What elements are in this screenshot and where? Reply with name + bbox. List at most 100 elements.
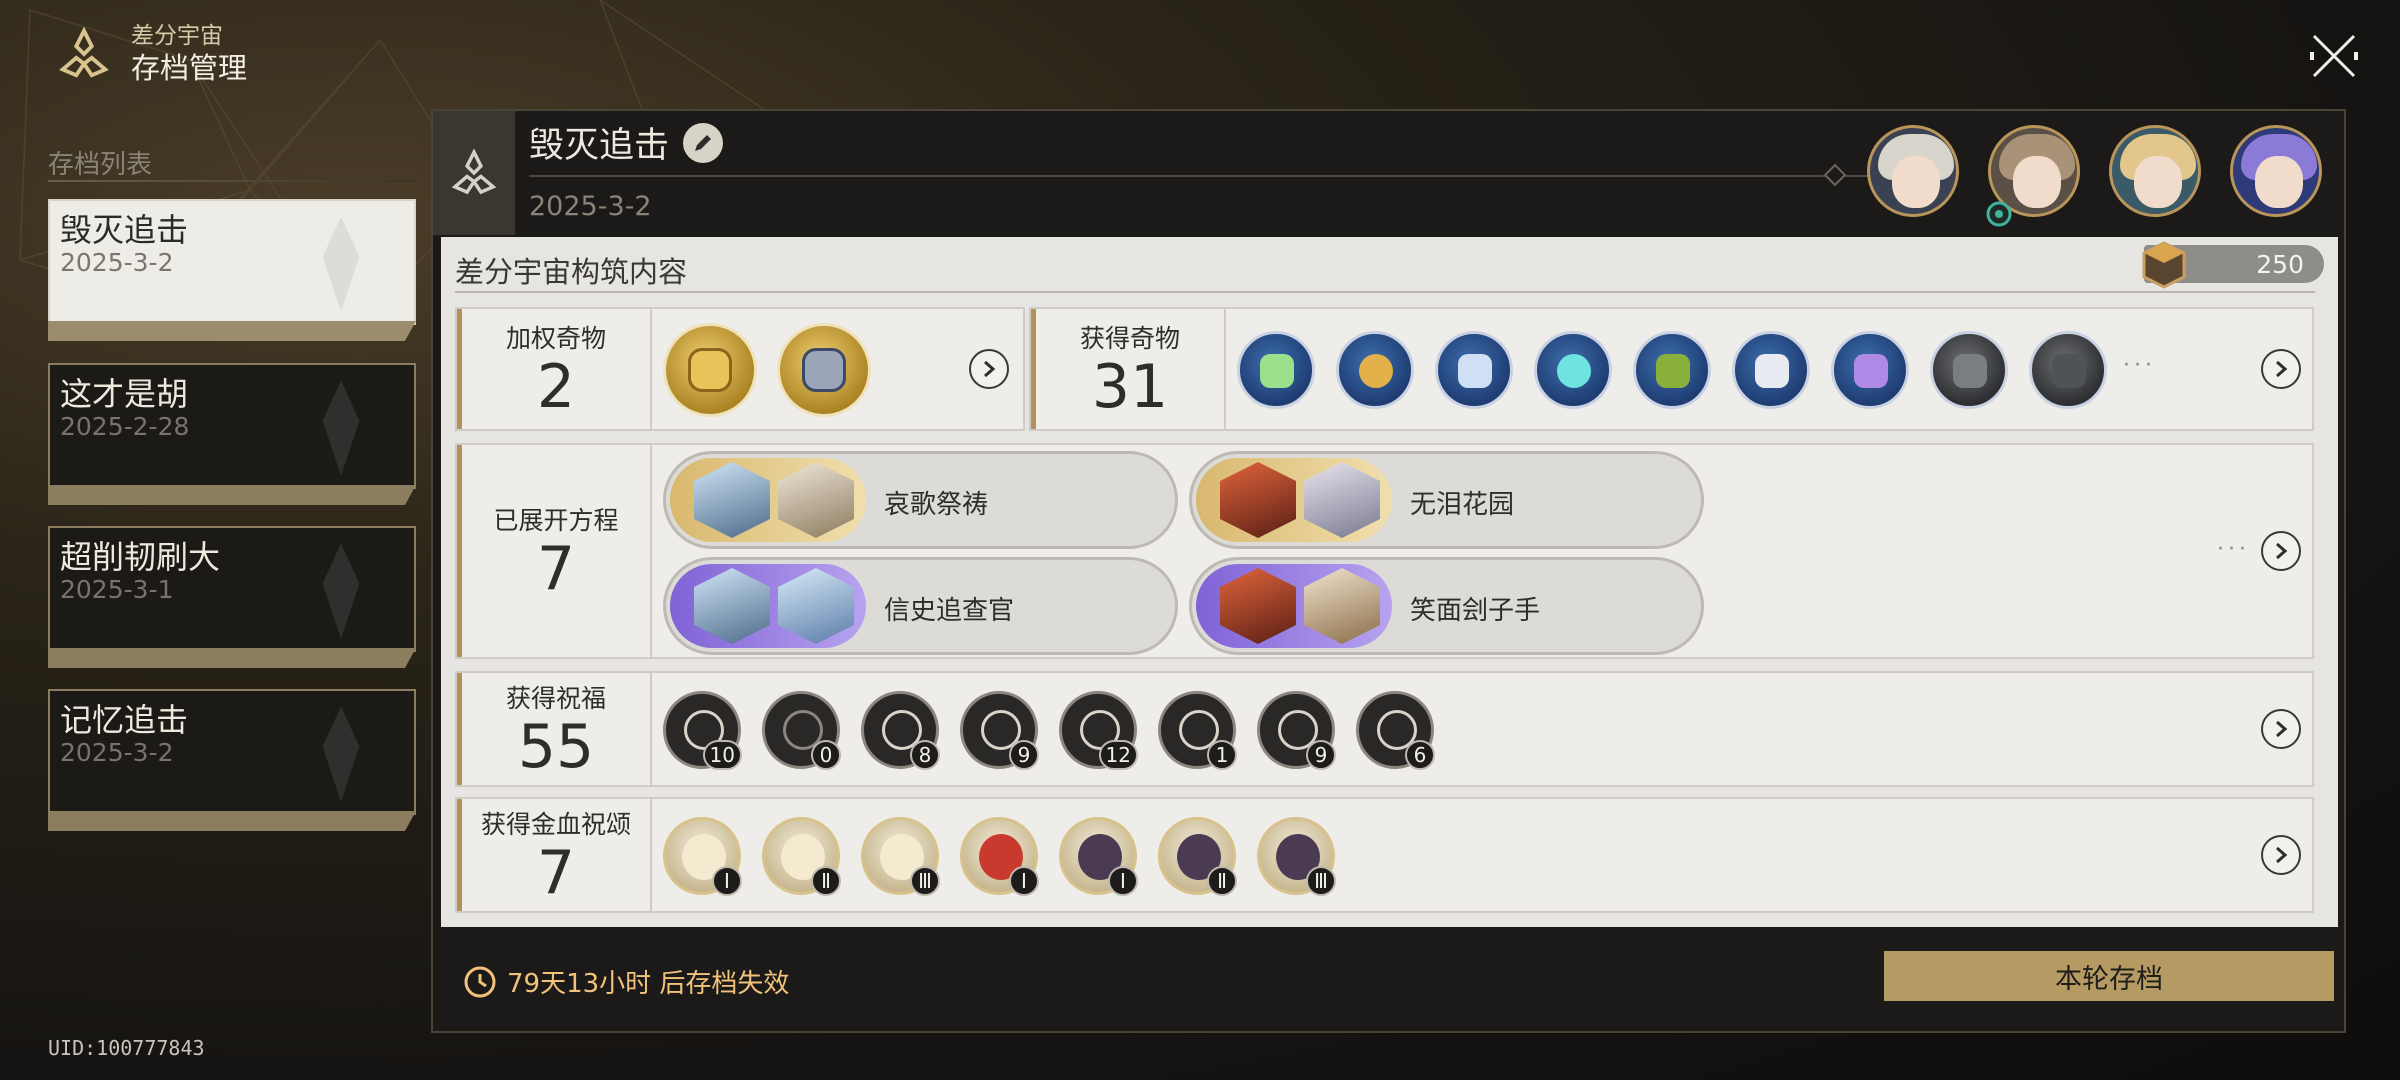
save-slot-3[interactable]: 超削韧刷大 2025-3-1 [48,526,416,668]
close-icon[interactable] [2308,30,2360,82]
curio-item[interactable] [1732,331,1810,409]
character-avatar[interactable] [2109,125,2201,217]
blessing-row: 获得祝福 55 10 0 8 9 12 1 9 6 [455,671,2314,787]
golden-blood-item[interactable]: Ⅲ [1257,817,1336,896]
curio-item[interactable] [1336,331,1414,409]
curio-item[interactable] [1534,331,1612,409]
curio-item[interactable] [1435,331,1513,409]
blessing-elation-icon[interactable]: 8 [861,691,940,770]
more-indicator: ··· [2123,353,2156,378]
curio-item[interactable] [1930,331,2008,409]
blessing-propagation-icon[interactable]: 6 [1356,691,1435,770]
blessing-abundance-icon[interactable]: 1 [1158,691,1237,770]
curio-item[interactable] [1831,331,1909,409]
golden-blood-item[interactable]: Ⅰ [663,817,742,896]
blessing-preservation-icon[interactable]: 9 [960,691,1039,770]
equation-name: 哀歌祭祷 [884,490,989,520]
tier-badge: Ⅱ [811,866,841,896]
equation-stat: 已展开方程 7 [462,445,652,657]
blessing-stat: 获得祝福 55 [462,673,652,785]
equation-name: 无泪花园 [1410,490,1515,520]
page-title: 存档管理 [131,51,248,85]
status-dot-icon [1986,201,2012,227]
weighted-curio-item[interactable] [777,323,871,417]
section-title: 差分宇宙构筑内容 [455,255,688,289]
weighted-curio-item[interactable] [663,323,757,417]
expand-button[interactable] [2261,835,2301,875]
blessing-remembrance-icon[interactable]: 12 [1059,691,1138,770]
save-this-run-button[interactable]: 本轮存档 [1884,951,2334,1001]
save-slot-2[interactable]: 这才是胡 2025-2-28 [48,363,416,505]
equation-art [1196,564,1392,648]
golden-blood-item[interactable]: Ⅱ [762,817,841,896]
divider [529,175,1919,177]
golden-blood-item[interactable]: Ⅰ [960,817,1039,896]
blessing-count: 1 [1207,740,1237,770]
equation-path-art [1304,568,1380,644]
expand-button[interactable] [2261,531,2301,571]
save-detail-panel: 毁灭追击 2025-3-2 差分宇宙构筑内容 250 加权奇物 2 获得奇物 3… [431,109,2346,1033]
expand-button[interactable] [2261,709,2301,749]
pencil-icon [695,134,712,151]
blessing-nihility-icon[interactable]: 0 [762,691,841,770]
divider [48,180,416,182]
equation-name: 信史追查官 [884,596,1015,626]
expand-button[interactable] [969,349,1009,389]
blessing-count: 12 [1098,740,1138,770]
uid-label: UID:100777843 [48,1036,205,1060]
expand-button[interactable] [2261,349,2301,389]
equation-item[interactable]: 哀歌祭祷 [663,451,1178,549]
golden-blood-item[interactable]: Ⅲ [861,817,940,896]
character-avatar[interactable] [2230,125,2322,217]
avatar-face [2013,156,2061,208]
clock-icon [464,966,496,997]
avatar-face [2134,156,2182,208]
curio-item[interactable] [1237,331,1315,409]
blessing-count: 8 [910,740,940,770]
equation-path-art [1220,462,1296,538]
curio-art [1755,354,1789,388]
character-avatar[interactable] [1867,125,1959,217]
golden-blood-item[interactable]: Ⅰ [1059,817,1138,896]
save-title-text: 毁灭追击 [529,126,670,166]
card-foot [48,321,416,341]
tier-badge: Ⅱ [1207,866,1237,896]
curio-art [1260,354,1294,388]
curio-art [2052,354,2086,388]
curio-item[interactable] [2029,331,2107,409]
equation-item[interactable]: 信史追查官 [663,557,1178,655]
universe-logo-icon [59,26,109,78]
equation-item[interactable]: 无泪花园 [1189,451,1704,549]
universe-logo-icon [451,148,497,195]
golden-blood-item[interactable]: Ⅱ [1158,817,1237,896]
save-slot-1[interactable]: 毁灭追击 2025-3-2 [48,199,416,341]
blessing-count: 9 [1009,740,1039,770]
chevron-right-icon [2276,360,2288,378]
curio-item[interactable] [1633,331,1711,409]
more-indicator: ··· [2217,537,2250,562]
currency-value: 250 [2256,249,2304,279]
stat-count: 31 [1091,352,1169,422]
curio-art [1557,354,1591,388]
curio-art [1854,354,1888,388]
tier-badge: Ⅲ [1306,866,1336,896]
card-foot [48,648,416,668]
blessing-destruction-icon[interactable]: 10 [663,691,742,770]
save-title: 毁灭追击 [529,117,724,168]
watermark-icon [322,380,360,476]
chevron-right-icon [2276,846,2288,864]
watermark-icon [322,216,360,312]
equation-path-art [778,568,854,644]
equation-item[interactable]: 笑面刽子手 [1189,557,1704,655]
tier-badge: Ⅰ [1009,866,1039,896]
mode-label: 差分宇宙 [131,23,223,49]
edit-name-button[interactable] [683,122,724,163]
card-foot [48,811,416,831]
panel-footer: 79天13小时 后存档失效 本轮存档 [433,927,2344,1031]
watermark-icon [322,543,360,639]
divider-ornament [1823,163,1847,187]
curio-row: 获得奇物 31 ··· [1029,307,2314,431]
save-slot-4[interactable]: 记忆追击 2025-3-2 [48,689,416,831]
blessing-erudition-icon[interactable]: 9 [1257,691,1336,770]
stat-label: 获得奇物 [1079,324,1180,353]
